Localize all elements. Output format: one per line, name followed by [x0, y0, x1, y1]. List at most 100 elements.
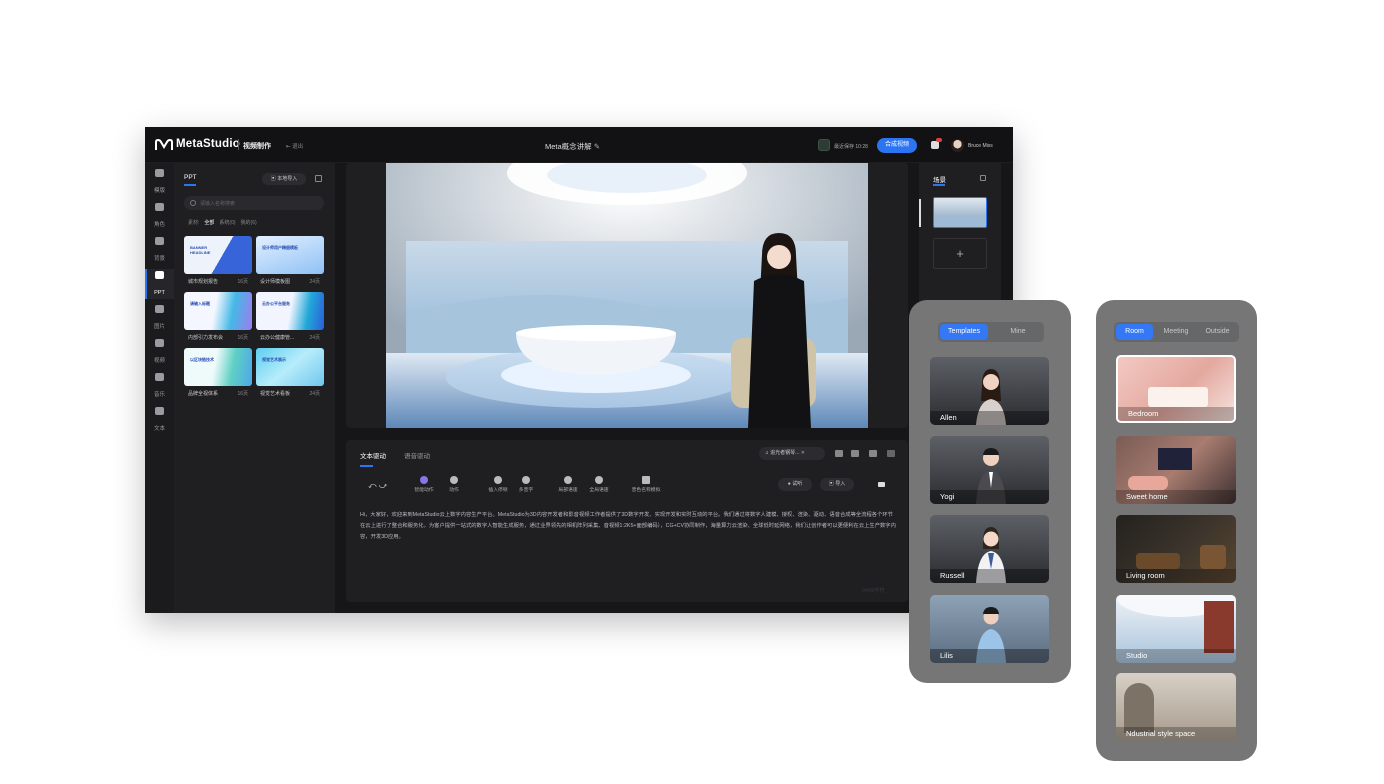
backgrounds-panel: Room Meeting Outside Bedroom Sweet home …	[1096, 300, 1257, 761]
template-icon	[155, 169, 164, 177]
compose-video-button[interactable]: 合成视频	[877, 138, 917, 153]
user-avatar[interactable]	[951, 139, 964, 152]
nav-item-background[interactable]: 背景	[145, 235, 174, 265]
close-icon[interactable]: ✕	[801, 450, 805, 456]
tool-local-speed[interactable]: 局部语速	[555, 476, 581, 493]
scene-scroll-handle[interactable]	[919, 199, 921, 227]
tab-ppt[interactable]: PPT	[184, 174, 197, 181]
cloud-save-icon	[818, 139, 830, 151]
nav-item-role[interactable]: 角色	[145, 201, 174, 231]
tool-insert-pause[interactable]: 插入停顿	[485, 476, 511, 493]
image-icon	[155, 305, 164, 313]
video-icon	[155, 339, 164, 347]
nav-item-image[interactable]: 图片	[145, 303, 174, 333]
avatar-card-russell[interactable]: Russell	[930, 515, 1049, 583]
segment-room[interactable]: Room	[1116, 324, 1153, 340]
background-name: Studio	[1126, 651, 1148, 660]
ppt-card[interactable]: 设计师用户精细模板 设计师模板图 24页	[256, 236, 324, 288]
templates-panel: Templates Mine Allen Yogi Russell Lilis	[909, 300, 1071, 683]
document-title[interactable]: Meta概念讲解 ✎	[545, 141, 600, 152]
tool-polyphone[interactable]: 多音字	[513, 476, 539, 493]
avatar-card-lilis[interactable]: Lilis	[930, 595, 1049, 663]
tool-global-speed[interactable]: 全局语速	[586, 476, 612, 493]
import-button[interactable]: ▣ 导入	[820, 478, 854, 491]
ppt-page-count: 24页	[309, 279, 320, 285]
ppt-card[interactable]: 视觉艺术展示 视觉艺术看板 24页	[256, 348, 324, 400]
tab-scene[interactable]: 场景	[933, 174, 946, 184]
ppt-page-count: 16页	[237, 391, 248, 397]
tool-smart-action[interactable]: 智能动作	[411, 476, 437, 493]
nav-item-music[interactable]: 音乐	[145, 371, 174, 401]
listen-button[interactable]: ● 试听	[778, 478, 812, 491]
ppt-card[interactable]: BANNER HEADLINE 城市规划报告 16页	[184, 236, 252, 288]
scene-thumbnail[interactable]	[933, 197, 987, 228]
background-card-living-room[interactable]: Living room	[1116, 515, 1236, 583]
add-scene-button[interactable]: +	[933, 238, 987, 269]
thumb-text: 视觉艺术展示	[262, 357, 286, 362]
undo-redo-icon[interactable]: ⤺ ⤻	[368, 481, 387, 491]
global-speed-icon	[595, 476, 603, 484]
expand-icon[interactable]	[315, 175, 322, 182]
ppt-page-count: 24页	[309, 391, 320, 397]
save-status: 最近保存 10:28	[834, 144, 868, 150]
filter-mine[interactable]: 我的(6)	[241, 220, 257, 226]
nav-label: 视频	[153, 358, 165, 364]
divider	[238, 139, 239, 150]
doc-title-text: Meta概念讲解	[545, 142, 592, 151]
edit-pencil-icon[interactable]: ✎	[594, 142, 600, 151]
avatar-card-yogi[interactable]: Yogi	[930, 436, 1049, 504]
volume-icon[interactable]	[835, 450, 843, 457]
music-chip[interactable]: ♫ 追光者钢琴... ✕	[759, 447, 825, 460]
person-icon	[155, 203, 164, 211]
segment-outside[interactable]: Outside	[1198, 324, 1237, 340]
segment-meeting[interactable]: Meeting	[1157, 324, 1195, 340]
nav-item-ppt[interactable]: PPT	[145, 269, 174, 299]
tab-voice-driven[interactable]: 语音驱动	[404, 450, 430, 460]
filter-system[interactable]: 系统(0)	[219, 220, 235, 226]
thumb-text: 请输入标题	[190, 301, 210, 306]
nav-item-template[interactable]: 模版	[145, 167, 174, 197]
ppt-card[interactable]: 以区块链技术 品牌全视体系 16页	[184, 348, 252, 400]
background-card-industrial[interactable]: Ndustrial style space	[1116, 673, 1236, 741]
arch-shape	[1124, 683, 1154, 733]
background-card-sweet-home[interactable]: Sweet home	[1116, 436, 1236, 504]
notification-icon[interactable]	[931, 141, 939, 149]
nav-label: 背景	[153, 256, 165, 262]
expand-icon[interactable]	[980, 175, 986, 181]
ppt-caption: 城市规划报告	[188, 279, 219, 285]
ppt-caption: 视觉艺术看板	[260, 391, 291, 397]
script-editor: 文本驱动 语音驱动 ♫ 追光者钢琴... ✕ ⤺ ⤻ 智能动作 动作 插入停顿 …	[346, 440, 908, 602]
tool-voice-name[interactable]: 音色名称模拟	[630, 476, 662, 493]
ppt-card[interactable]: 云办公平台服务 云办公健康管... 24页	[256, 292, 324, 344]
tool-action[interactable]: 动作	[441, 476, 467, 493]
segment-templates[interactable]: Templates	[940, 324, 988, 340]
editor-window: MetaStudio 视频制作 ⇤ 退出 Meta概念讲解 ✎ 最近保存 10:…	[145, 127, 1013, 613]
comment-icon[interactable]	[878, 482, 885, 487]
filter-all[interactable]: 全部	[204, 220, 214, 226]
music-icon	[155, 373, 164, 381]
import-label: 本地导入	[277, 176, 298, 182]
tab-text-driven[interactable]: 文本驱动	[360, 450, 386, 460]
local-import-button[interactable]: ▣ 本地导入	[262, 173, 306, 185]
exit-link[interactable]: ⇤ 退出	[286, 142, 303, 150]
nav-label: 图片	[153, 324, 165, 330]
app-logo-text: MetaStudio	[176, 138, 240, 150]
background-card-studio[interactable]: Studio	[1116, 595, 1236, 663]
subtitle-off-icon[interactable]	[851, 450, 859, 457]
username: Bruce Miss	[968, 143, 993, 149]
search-icon	[190, 200, 196, 206]
background-name: Ndustrial style space	[1126, 729, 1196, 738]
ppt-caption: 设计师模板图	[260, 279, 291, 285]
video-preview[interactable]	[386, 163, 868, 428]
segment-mine[interactable]: Mine	[994, 324, 1042, 340]
background-card-bedroom[interactable]: Bedroom	[1116, 355, 1236, 423]
nav-item-text[interactable]: 文本	[145, 405, 174, 435]
avatar-card-allen[interactable]: Allen	[930, 357, 1049, 425]
reset-icon[interactable]	[887, 450, 895, 457]
left-nav: 模版 角色 背景 PPT 图片 视频 音乐 文本	[145, 163, 174, 613]
script-text[interactable]: Hi，大家好，欢迎来到MetaStudio云上数字内容生产平台。MetaStud…	[360, 510, 898, 543]
section-title: 视频制作	[243, 143, 271, 150]
nav-item-video[interactable]: 视频	[145, 337, 174, 367]
ssml-icon[interactable]	[869, 450, 877, 457]
ppt-card[interactable]: 请输入标题 内部引力发布会 16页	[184, 292, 252, 344]
